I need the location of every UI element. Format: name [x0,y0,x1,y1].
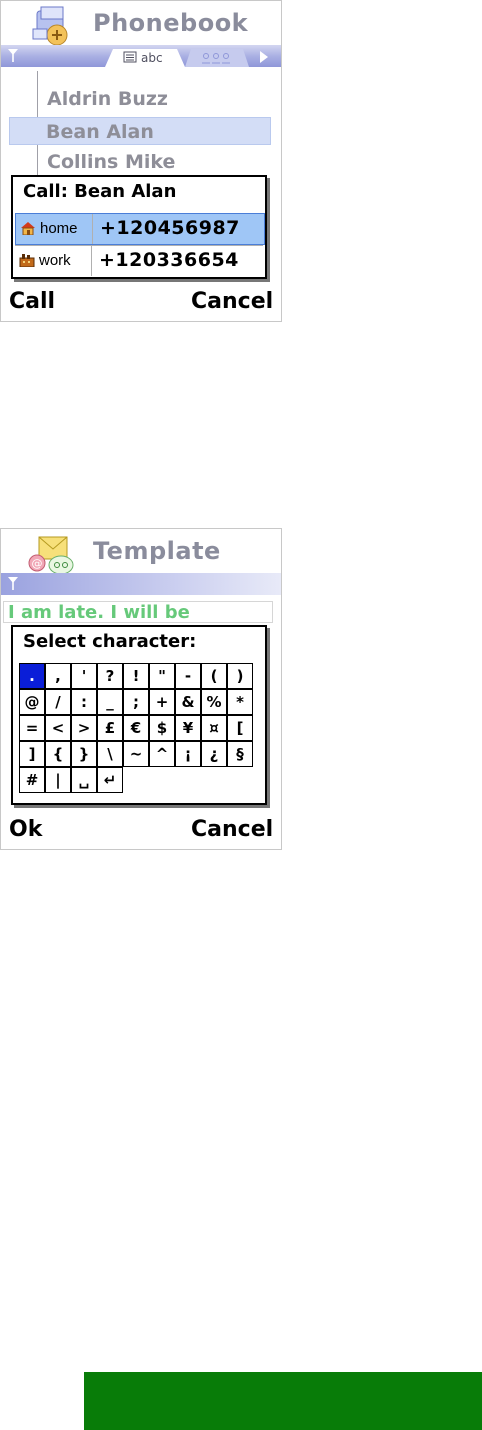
character-cell[interactable]: % [201,689,227,715]
work-icon [19,254,35,267]
character-cell[interactable]: ) [227,663,253,689]
character-cell[interactable]: \ [97,741,123,767]
character-cell[interactable]: . [19,663,45,689]
dialog-title: Select character: [23,631,197,652]
navigation-bar: abc [1,45,281,67]
number-type-label: work [39,252,71,269]
character-cell[interactable]: § [227,741,253,767]
character-cell[interactable]: ; [123,689,149,715]
dialog-title: Call: Bean Alan [23,181,177,202]
character-cell[interactable]: + [149,689,175,715]
character-cell[interactable]: > [71,715,97,741]
right-softkey-cancel[interactable]: Cancel [191,817,273,842]
character-cell[interactable]: ↵ [97,767,123,793]
character-cell[interactable]: @ [19,689,45,715]
number-row-home[interactable]: home +120456987 [15,213,265,245]
phonebook-screen: Phonebook abc Aldrin Buzz Bean Alan Coll… [0,0,282,322]
character-cell[interactable]: " [149,663,175,689]
character-cell[interactable]: ' [71,663,97,689]
character-cell[interactable]: - [175,663,201,689]
character-cell[interactable]: € [123,715,149,741]
number-row-work[interactable]: work +120336654 [15,245,263,276]
left-softkey-call[interactable]: Call [9,289,55,314]
number-type: home [18,214,93,244]
character-cell[interactable]: ¡ [175,741,201,767]
select-character-dialog: Select character: ., '?! " -() @ /: _; + &% * = < > £… [11,625,267,805]
phonebook-app-icon [32,6,68,46]
character-cell[interactable]: } [71,741,97,767]
character-cell[interactable]: < [45,715,71,741]
character-cell[interactable]: ~ [123,741,149,767]
character-cell[interactable]: _ [97,689,123,715]
character-cell[interactable]: | [45,767,71,793]
character-cell[interactable]: ^ [149,741,175,767]
call-dialog: Call: Bean Alan home +120456987 work +12… [11,175,267,279]
right-softkey-cancel[interactable]: Cancel [191,289,273,314]
app-title: Template [93,537,221,565]
number-type-label: home [40,220,78,237]
character-cell[interactable]: * [227,689,253,715]
character-cell[interactable]: ¥ [175,715,201,741]
contact-row[interactable]: Aldrin Buzz [37,85,269,113]
character-cell[interactable]: # [19,767,45,793]
template-screen: @ Template I am late. I will be Select c… [0,528,282,850]
contact-row[interactable]: Collins Mike [37,148,269,176]
signal-icon [8,49,18,62]
scroll-right-arrow-icon[interactable] [260,51,268,63]
tab-abc[interactable]: abc [105,49,185,67]
phone-number: +120336654 [99,249,239,271]
character-cell[interactable]: / [45,689,71,715]
svg-text:@: @ [32,557,43,570]
character-cell[interactable]: , [45,663,71,689]
green-banner [84,1372,482,1430]
left-softkey-ok[interactable]: Ok [9,817,42,842]
title-area: @ Template [1,529,281,575]
character-cell[interactable]: = [19,715,45,741]
character-cell[interactable]: ¤ [201,715,227,741]
number-type: work [17,246,92,276]
tab-groups[interactable] [185,49,249,67]
character-cell[interactable]: £ [97,715,123,741]
character-cell[interactable]: { [45,741,71,767]
message-editor[interactable]: I am late. I will be [3,601,273,623]
home-icon [21,222,35,235]
character-grid: ., '?! " -() @ /: _; + &% * = < > £ € $ ¥ ¤[]{} \ ~ ^ ¡ ¿ § # | ␣ ↵ [19,663,255,795]
character-cell[interactable]: ¿ [201,741,227,767]
signal-icon [8,577,18,590]
list-icon [123,51,137,63]
character-cell[interactable]: [ [227,715,253,741]
navigation-bar [1,573,281,595]
character-cell[interactable]: ( [201,663,227,689]
tab-label: abc [141,51,163,65]
character-cell[interactable]: & [175,689,201,715]
character-cell[interactable]: $ [149,715,175,741]
character-cell[interactable]: ␣ [71,767,97,793]
template-app-icon: @ [28,536,74,575]
phone-number: +120456987 [100,217,240,239]
contact-row-selected[interactable]: Bean Alan [9,117,271,145]
app-title: Phonebook [93,9,249,37]
character-cell[interactable]: ] [19,741,45,767]
groups-icon [202,53,230,64]
character-cell[interactable]: : [71,689,97,715]
character-cell[interactable]: ! [123,663,149,689]
character-cell[interactable]: ? [97,663,123,689]
title-area: Phonebook [1,1,281,46]
